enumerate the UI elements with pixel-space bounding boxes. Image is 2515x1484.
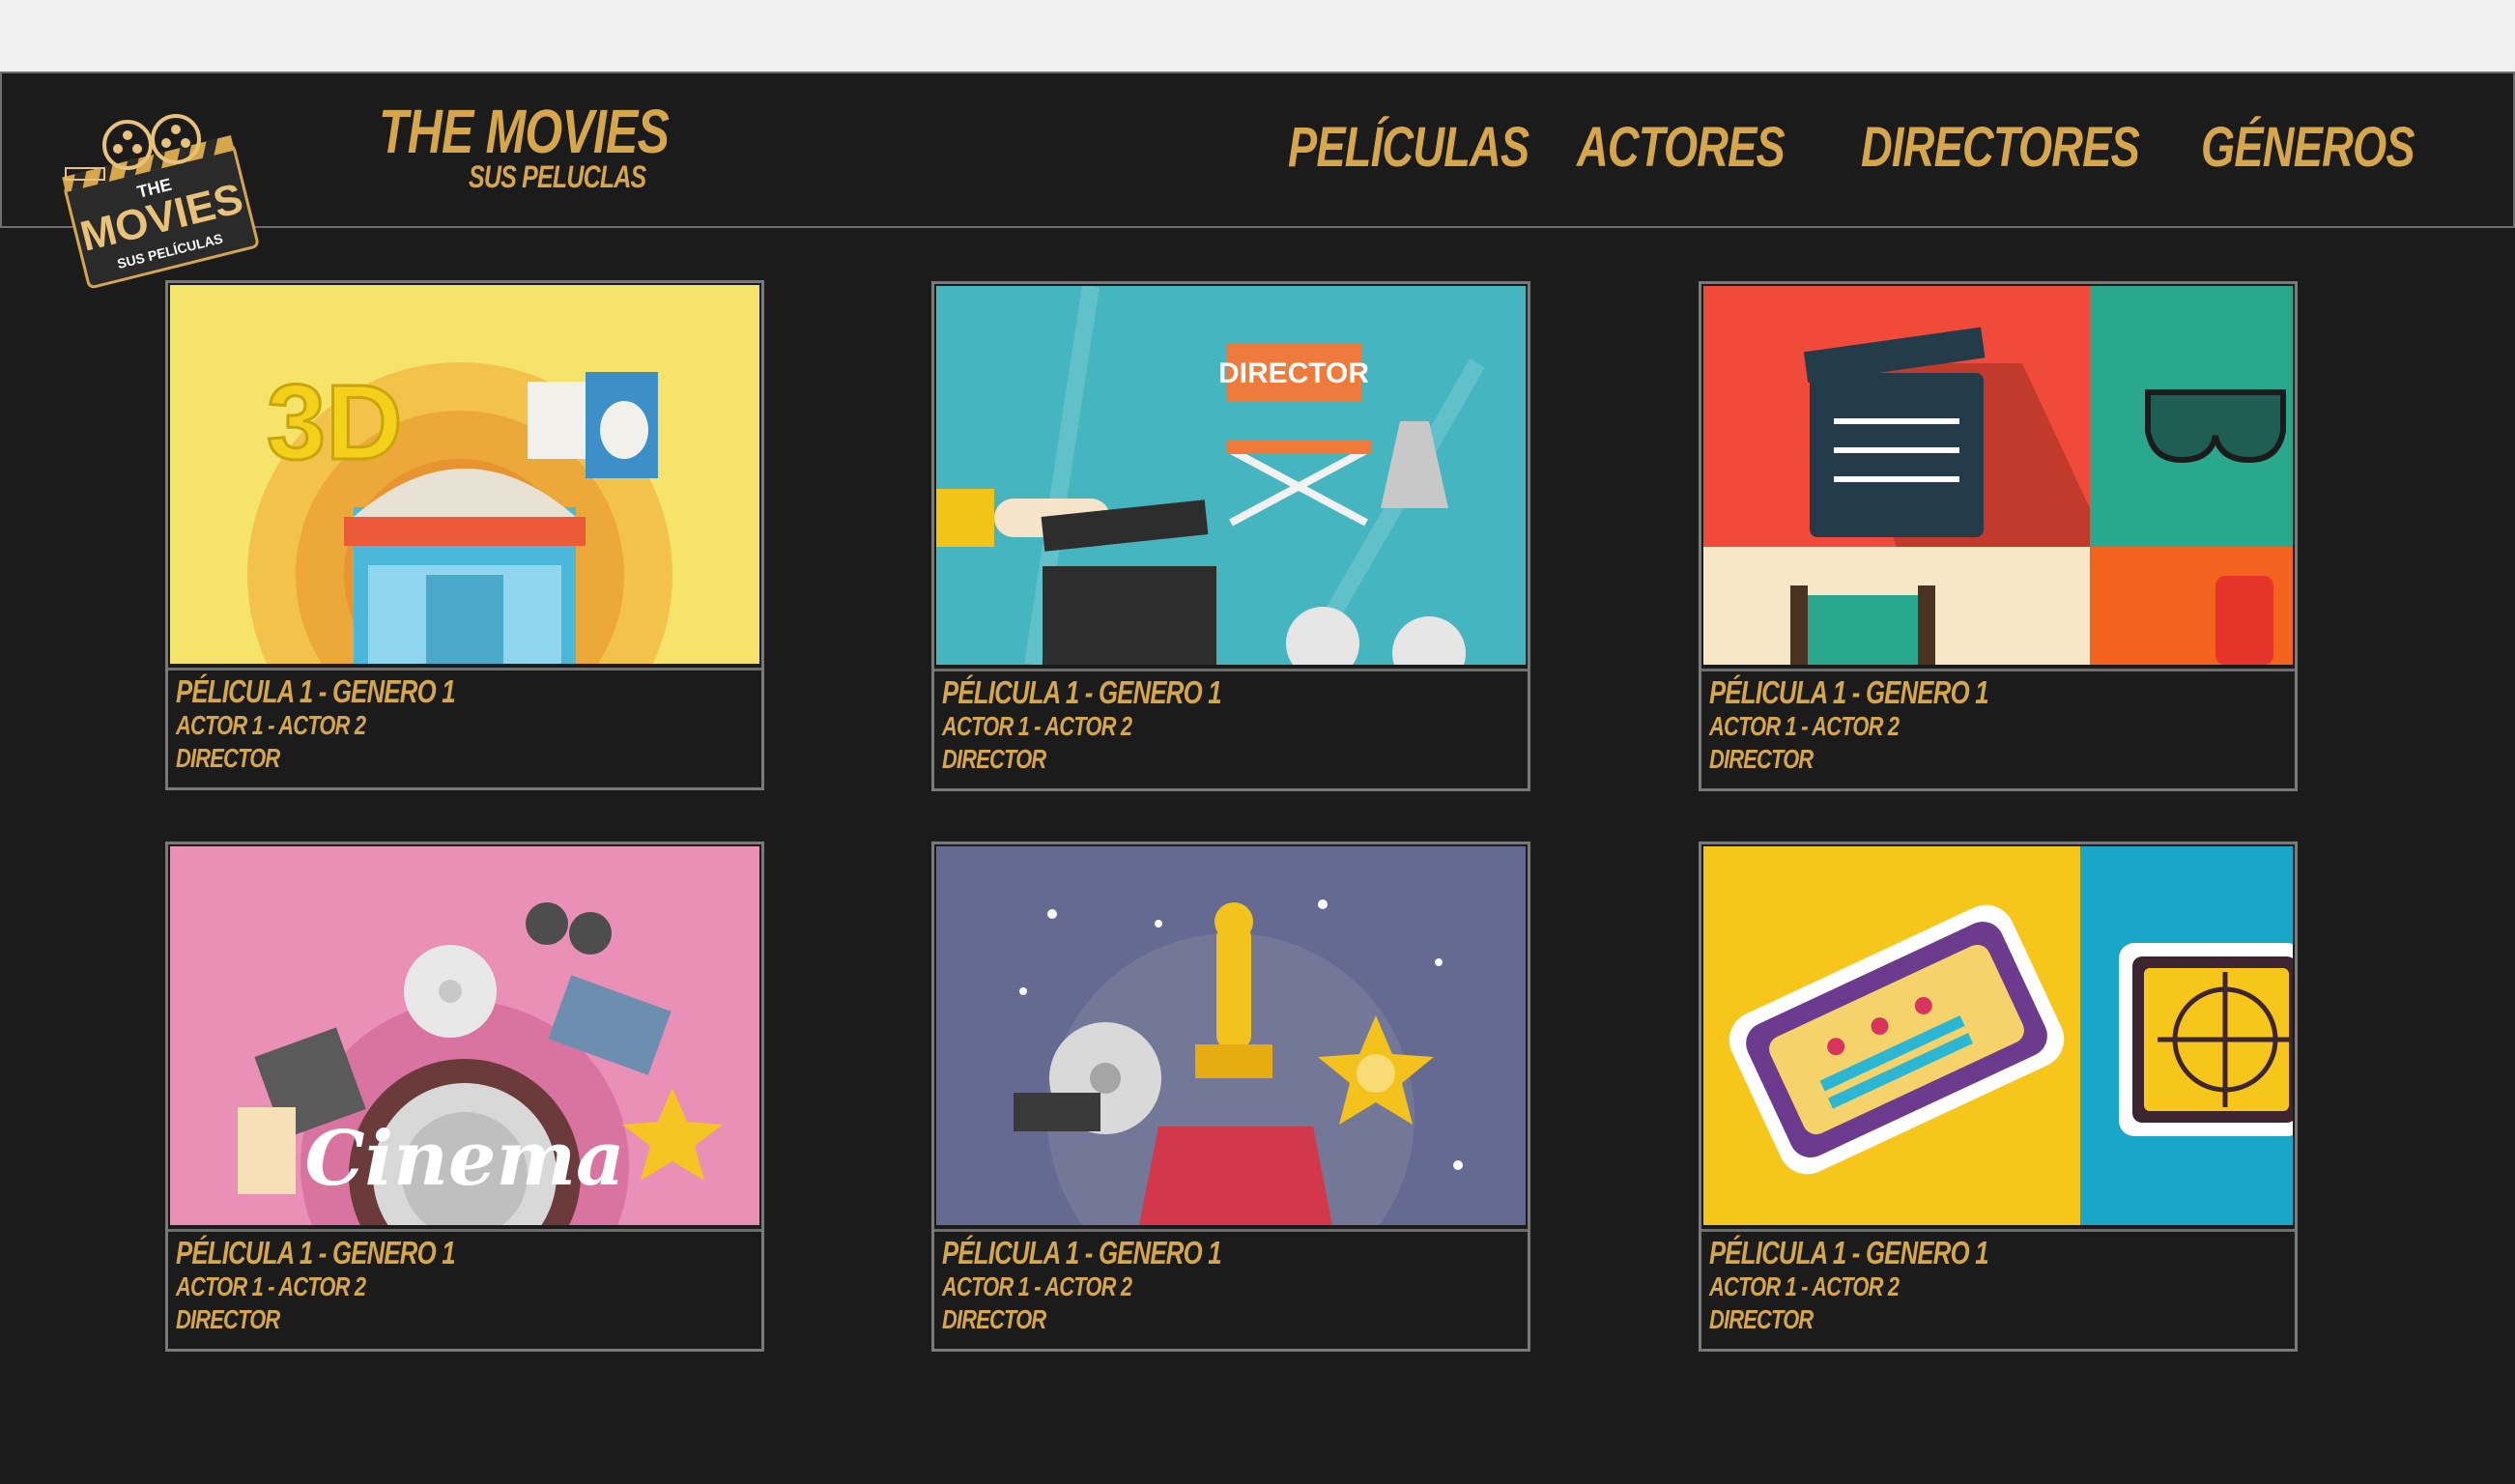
nav-generos[interactable]: GÉNEROS [2201,118,2474,178]
movie-director: DIRECTOR [942,1304,1046,1334]
movie-card[interactable]: DIRECTOR PÉLICULA 1 - GENERO 1 ACTOR 1 -… [931,281,1530,791]
movie-card[interactable]: Cinema PÉLICULA 1 - GENERO 1 ACTOR 1 - A… [165,842,764,1352]
movie-actors: ACTOR 1 - ACTOR 2 [176,1271,366,1301]
nav-peliculas[interactable]: PELÍCULAS [1288,118,1597,178]
movie-card[interactable]: PÉLICULA 1 - GENERO 1 ACTOR 1 - ACTOR 2 … [931,842,1530,1352]
card-divider [168,1229,761,1232]
movie-poster-image[interactable]: DIRECTOR [936,286,1526,665]
movie-card[interactable]: PÉLICULA 1 - GENERO 1 ACTOR 1 - ACTOR 2 … [1699,281,2298,791]
brand-title[interactable]: THE MOVIES [379,100,751,162]
movie-title[interactable]: PÉLICULA 1 - GENERO 1 [176,674,533,709]
movie-poster-image[interactable]: 3D [170,285,759,664]
movie-director: DIRECTOR [176,743,280,773]
movie-title[interactable]: PÉLICULA 1 - GENERO 1 [1709,675,2067,710]
browser-top-strip [0,0,2515,71]
movie-poster-image[interactable] [936,846,1526,1225]
director-chair-illustration-icon: DIRECTOR [936,286,1526,665]
movie-actors: ACTOR 1 - ACTOR 2 [1709,1271,1900,1301]
movie-director: DIRECTOR [176,1304,280,1334]
film-reel-logo-icon: THE MOVIES SUS PELÍCULAS [62,114,259,289]
svg-text:3D: 3D [267,363,403,482]
movie-director: DIRECTOR [1709,1304,1814,1334]
movie-actors: ACTOR 1 - ACTOR 2 [942,1271,1132,1301]
nav-directores[interactable]: DIRECTORES [1861,118,2217,178]
movie-title[interactable]: PÉLICULA 1 - GENERO 1 [942,675,1300,710]
card-divider [1701,669,2295,671]
movie-actors: ACTOR 1 - ACTOR 2 [1709,711,1900,741]
brand-logo[interactable]: THE MOVIES SUS PELÍCULAS [58,104,266,298]
award-statue-illustration-icon [936,846,1526,1225]
movie-actors: ACTOR 1 - ACTOR 2 [176,710,366,740]
movie-title[interactable]: PÉLICULA 1 - GENERO 1 [942,1236,1300,1270]
movie-title[interactable]: PÉLICULA 1 - GENERO 1 [176,1236,533,1270]
movie-actors: ACTOR 1 - ACTOR 2 [942,711,1132,741]
clapperboard-tiles-illustration-icon [1703,286,2293,665]
card-divider [934,669,1528,671]
movie-poster-image[interactable] [1703,286,2293,665]
card-divider [1701,1229,2295,1232]
nav-actores[interactable]: ACTORES [1577,118,1843,178]
cinema-pink-illustration-icon: Cinema [170,846,759,1225]
svg-text:Cinema: Cinema [304,1115,624,1203]
movie-card[interactable]: 3D PÉLICULA 1 - GENERO 1 ACTOR 1 - ACTOR… [165,280,764,790]
movie-title[interactable]: PÉLICULA 1 - GENERO 1 [1709,1236,2067,1270]
brand-subtitle: SUS PELUCLAS [469,159,646,194]
movie-card[interactable]: PÉLICULA 1 - GENERO 1 ACTOR 1 - ACTOR 2 … [1699,842,2298,1352]
movie-director: DIRECTOR [942,744,1046,774]
movie-poster-image[interactable]: Cinema [170,846,759,1225]
movie-poster-image[interactable] [1703,846,2293,1225]
movie-director: DIRECTOR [1709,744,1814,774]
cinema-3d-illustration-icon: 3D [170,285,759,664]
svg-text:DIRECTOR: DIRECTOR [1218,357,1369,389]
card-divider [168,668,761,671]
ticket-tiles-illustration-icon [1703,846,2293,1225]
card-divider [934,1229,1528,1232]
